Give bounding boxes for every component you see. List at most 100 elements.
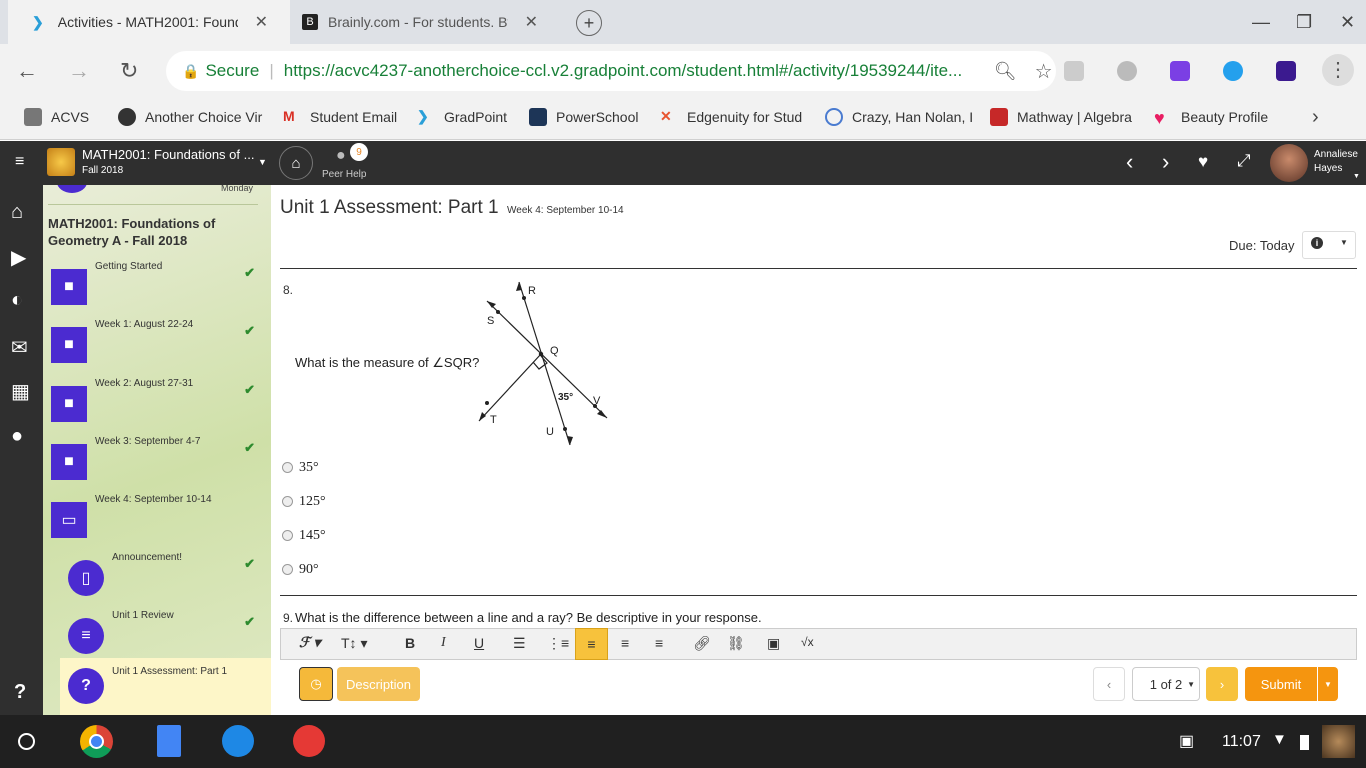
extension-icon[interactable] [1170,61,1190,81]
mail-icon[interactable]: ✉ [11,335,28,360]
extension-icon[interactable] [1276,61,1296,81]
info-icon: i [1311,237,1323,249]
extension-icon[interactable] [1223,61,1243,81]
course-logo [47,148,75,176]
formula-icon[interactable]: √x [801,635,814,649]
bookmark-mathway[interactable]: Mathway | Algebra [990,108,1132,126]
screenshot-icon[interactable]: ▣ [1179,731,1194,751]
sidebar-item-getting-started[interactable]: ■ Getting Started ✔ [51,259,263,315]
forward-icon[interactable]: → [68,58,90,84]
sidebar-item-week3[interactable]: ■ Week 3: September 4-7 ✔ [51,434,263,490]
help-icon[interactable]: ? [14,681,26,704]
align-center-icon[interactable]: ≡ [621,635,629,651]
chevron-right-icon[interactable]: › [1312,106,1319,129]
play-icon[interactable]: ▶ [11,245,26,270]
radio-button[interactable] [282,564,293,575]
next-arrow-icon[interactable]: › [1162,149,1169,175]
bookmark-powerschool[interactable]: PowerSchool [529,108,639,126]
submit-options-button[interactable]: ▼ [1318,667,1338,701]
docs-icon[interactable] [157,725,181,757]
timer-button[interactable]: ◷ [299,667,333,701]
photos-icon[interactable] [293,725,325,757]
bookmark-acvs[interactable]: ACVS [24,108,89,126]
prev-arrow-icon[interactable]: ‹ [1126,149,1133,175]
extension-icon[interactable] [1117,61,1137,81]
radio-button[interactable] [282,530,293,541]
close-window-icon[interactable]: ✕ [1340,12,1355,33]
home-button[interactable]: ⌂ [279,146,313,180]
bookmark-another-choice[interactable]: Another Choice Vir [118,108,262,126]
launcher-icon[interactable] [18,733,35,750]
peer-help-button[interactable]: ● 9 Peer Help [320,143,370,183]
star-icon[interactable]: ☆ [1035,59,1053,84]
sidebar-item-announcement[interactable]: ▯ Announcement! ✔ [68,550,263,606]
apple-icon[interactable]: ● [11,425,23,448]
info-dropdown[interactable]: i ▼ [1302,231,1356,259]
font-family-icon[interactable]: ℱ ▾ [299,635,321,652]
new-tab-button[interactable]: + [576,10,602,36]
tab-brainly[interactable]: B Brainly.com - For students. By ✕ [290,0,562,44]
maximize-icon[interactable]: ❐ [1296,12,1312,33]
address-bar[interactable]: 🔒 Secure | https://acvc4237-anotherchoic… [166,51,1056,91]
unlink-icon[interactable]: ⛓︎ [727,635,745,652]
menu-dots-icon[interactable]: ⋮ [1322,54,1354,86]
course-selector[interactable]: MATH2001: Foundations of ... Fall 2018 [82,147,272,176]
bookmark-edgenuity[interactable]: ✕ Edgenuity for Stud [660,108,802,126]
sidebar-item-week4[interactable]: ▭ Week 4: September 10-14 [51,492,263,548]
clock-icon: ◷ [310,676,322,691]
image-icon[interactable]: ▣ [767,635,780,652]
bullet-list-icon[interactable]: ☰ [513,635,526,652]
folder-icon [24,108,42,126]
radio-button[interactable] [282,462,293,473]
zoom-icon[interactable]: 🔍︎ [994,61,1017,82]
user-name[interactable]: Annaliese Hayes [1314,148,1358,176]
bookmark-student-email[interactable]: M Student Email [283,108,397,126]
caret-down-icon: ▼ [1340,238,1348,247]
avatar[interactable] [1270,144,1308,182]
sidebar-item-week1[interactable]: ■ Week 1: August 22-24 ✔ [51,317,263,373]
fullscreen-icon[interactable]: ⤢ [1237,151,1251,171]
tab-activities[interactable]: ❯ Activities - MATH2001: Founda ✕ [8,0,290,44]
bookmark-crazy[interactable]: Crazy, Han Nolan, I [825,108,973,126]
next-page-button[interactable]: › [1206,667,1238,701]
wifi-icon[interactable]: ▼ [1272,731,1287,748]
radio-button[interactable] [282,496,293,507]
files-icon[interactable] [222,725,254,757]
bookmark-gradpoint[interactable]: ❯ GradPoint [417,108,507,126]
minimize-icon[interactable]: — [1252,12,1270,33]
bookmark-beauty-profile[interactable]: ♥ Beauty Profile [1154,108,1268,128]
people-icon: ● [336,147,346,164]
close-icon[interactable]: ✕ [255,12,268,32]
favorite-heart-icon[interactable]: ♥ [1198,152,1208,172]
left-icon-rail: ⌂ ▶ ◐ ✉ ▦ ● ? [0,185,43,715]
user-menu-icon[interactable]: ▼ [1353,173,1360,180]
dropdown-icon[interactable]: ▼ [258,157,267,167]
align-right-icon[interactable]: ≡ [655,635,663,651]
hamburger-icon[interactable]: ≡ [15,153,24,171]
palette-icon[interactable]: ◐ [11,289,23,312]
description-button[interactable]: Description [337,667,420,701]
sidebar-item-week2[interactable]: ■ Week 2: August 27-31 ✔ [51,376,263,432]
user-avatar-icon[interactable] [1322,725,1355,758]
chrome-icon[interactable] [80,725,113,758]
italic-icon[interactable]: I [441,635,446,651]
submit-button[interactable]: Submit [1245,667,1317,701]
home-icon[interactable]: ⌂ [11,201,23,224]
reload-icon[interactable]: ↻ [120,58,138,84]
numbered-list-icon[interactable]: ⋮≡ [547,635,569,652]
clock-time[interactable]: 11:07 [1222,733,1261,751]
page-select[interactable]: 1 of 2 ▼ [1132,667,1200,701]
extension-icon[interactable] [1064,61,1084,81]
sidebar-item-unit1-assessment[interactable]: ? Unit 1 Assessment: Part 1 [60,658,271,715]
prev-page-button[interactable]: ‹ [1093,667,1125,701]
calendar-icon[interactable]: ▦ [11,379,30,404]
battery-icon[interactable] [1300,735,1309,750]
sidebar-item-unit1-review[interactable]: ≡ Unit 1 Review ✔ [68,608,263,664]
underline-icon[interactable]: U [474,635,484,651]
align-left-icon[interactable]: ≡ [575,628,608,660]
font-size-icon[interactable]: T↕ ▾ [341,635,367,652]
bold-icon[interactable]: B [405,635,415,651]
back-icon[interactable]: ← [16,58,38,84]
link-icon[interactable]: 🔗︎ [693,635,711,652]
close-icon[interactable]: ✕ [525,12,538,32]
